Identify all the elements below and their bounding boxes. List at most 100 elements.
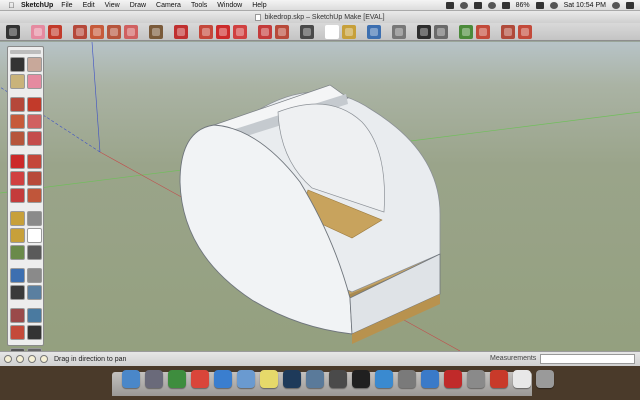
freehand-icon[interactable] bbox=[26, 131, 42, 146]
finder-icon[interactable] bbox=[122, 370, 140, 388]
credits-icon[interactable] bbox=[16, 355, 24, 363]
acrobat-icon[interactable] bbox=[444, 370, 462, 388]
position-camera-icon[interactable] bbox=[9, 325, 25, 340]
text-icon[interactable] bbox=[26, 228, 42, 243]
tape-measure-icon[interactable] bbox=[9, 211, 25, 226]
launchpad-icon[interactable] bbox=[145, 370, 163, 388]
notification-center-icon[interactable] bbox=[626, 2, 634, 9]
window-title-bar[interactable]: bikedrop.skp – SketchUp Make [EVAL] bbox=[0, 11, 640, 23]
zoom-icon[interactable] bbox=[9, 285, 25, 300]
mail-icon[interactable] bbox=[237, 370, 255, 388]
protractor-icon[interactable] bbox=[342, 24, 356, 39]
terminal-icon[interactable] bbox=[352, 370, 370, 388]
orbit-icon[interactable] bbox=[9, 268, 25, 283]
app-store-icon[interactable] bbox=[421, 370, 439, 388]
scale-icon[interactable] bbox=[9, 188, 25, 203]
apple-menu-icon[interactable]:  bbox=[6, 1, 17, 10]
battery-percent[interactable]: 86% bbox=[516, 2, 530, 9]
get-models-icon[interactable] bbox=[476, 24, 490, 39]
palette-title-bar[interactable] bbox=[10, 50, 41, 54]
model-canvas[interactable] bbox=[0, 42, 640, 351]
previous-view-icon[interactable] bbox=[26, 308, 42, 323]
eraser-icon[interactable] bbox=[31, 24, 45, 39]
zoom-extents-icon[interactable] bbox=[434, 24, 448, 39]
make-component-icon[interactable] bbox=[26, 57, 42, 72]
safari-icon[interactable] bbox=[214, 370, 232, 388]
zoom-extents-icon[interactable] bbox=[9, 308, 25, 323]
trash-icon[interactable] bbox=[536, 370, 554, 388]
polygon-icon[interactable] bbox=[107, 24, 121, 39]
tape-measure-icon[interactable] bbox=[300, 24, 314, 39]
menu-file[interactable]: File bbox=[61, 2, 72, 9]
circle-icon[interactable] bbox=[9, 114, 25, 129]
sketchup-dock-icon[interactable] bbox=[467, 370, 485, 388]
move-icon[interactable] bbox=[216, 24, 230, 39]
rectangle-icon[interactable] bbox=[9, 97, 25, 112]
circle-icon[interactable] bbox=[90, 24, 104, 39]
offset-icon[interactable] bbox=[275, 24, 289, 39]
extension-warehouse-icon[interactable] bbox=[518, 24, 532, 39]
help-icon[interactable] bbox=[40, 355, 48, 363]
protractor-icon[interactable] bbox=[9, 228, 25, 243]
select-arrow-icon[interactable] bbox=[9, 57, 25, 72]
arc-icon[interactable] bbox=[26, 114, 42, 129]
pencil-icon[interactable] bbox=[26, 97, 42, 112]
menu-window[interactable]: Window bbox=[217, 2, 242, 9]
bluetooth-icon[interactable] bbox=[473, 2, 482, 9]
paint-bucket-icon[interactable] bbox=[174, 24, 188, 39]
menu-view[interactable]: View bbox=[105, 2, 120, 9]
push-pull-icon[interactable] bbox=[199, 24, 213, 39]
pencil-icon[interactable] bbox=[48, 24, 62, 39]
follow-me-icon[interactable] bbox=[26, 171, 42, 186]
axes-icon[interactable] bbox=[9, 245, 25, 260]
image-capture-icon[interactable] bbox=[329, 370, 347, 388]
geo-location-icon[interactable] bbox=[4, 355, 12, 363]
move-icon[interactable] bbox=[9, 154, 25, 169]
text-icon[interactable] bbox=[325, 24, 339, 39]
3d-viewport[interactable] bbox=[0, 42, 640, 351]
3d-text-icon[interactable] bbox=[26, 245, 42, 260]
wifi-icon[interactable] bbox=[487, 2, 496, 9]
previous-view-icon[interactable] bbox=[459, 24, 473, 39]
instructor-icon[interactable] bbox=[28, 355, 36, 363]
scale-icon[interactable] bbox=[258, 24, 272, 39]
zoom-icon[interactable] bbox=[417, 24, 431, 39]
flag-icon[interactable] bbox=[549, 2, 558, 9]
app-menu[interactable]: SketchUp bbox=[21, 2, 53, 9]
push-pull-icon[interactable] bbox=[26, 154, 42, 169]
chrome-icon[interactable] bbox=[191, 370, 209, 388]
arc-icon[interactable] bbox=[124, 24, 138, 39]
system-preferences-icon[interactable] bbox=[398, 370, 416, 388]
volume-icon[interactable] bbox=[501, 2, 510, 9]
select-arrow-icon[interactable] bbox=[6, 24, 20, 39]
rotate-icon[interactable] bbox=[9, 171, 25, 186]
make-component-icon[interactable] bbox=[149, 24, 163, 39]
walk-icon[interactable] bbox=[26, 325, 42, 340]
paint-bucket-icon[interactable] bbox=[9, 74, 25, 89]
flash-icon[interactable] bbox=[490, 370, 508, 388]
share-model-icon[interactable] bbox=[501, 24, 515, 39]
offset-icon[interactable] bbox=[26, 188, 42, 203]
photos-icon[interactable] bbox=[283, 370, 301, 388]
document-proxy-icon[interactable] bbox=[255, 13, 262, 21]
zoom-window-icon[interactable] bbox=[26, 285, 42, 300]
pan-icon[interactable] bbox=[392, 24, 406, 39]
preview-icon[interactable] bbox=[306, 370, 324, 388]
time-machine-icon[interactable] bbox=[459, 2, 468, 9]
stickies-icon[interactable] bbox=[260, 370, 278, 388]
polygon-icon[interactable] bbox=[9, 131, 25, 146]
rectangle-icon[interactable] bbox=[73, 24, 87, 39]
battery-icon[interactable] bbox=[535, 2, 544, 9]
itunes-icon[interactable] bbox=[375, 370, 393, 388]
system-utility-icon[interactable] bbox=[168, 370, 186, 388]
menu-camera[interactable]: Camera bbox=[156, 2, 181, 9]
menu-help[interactable]: Help bbox=[252, 2, 266, 9]
menu-draw[interactable]: Draw bbox=[130, 2, 146, 9]
rotate-icon[interactable] bbox=[233, 24, 247, 39]
document-icon[interactable] bbox=[513, 370, 531, 388]
pan-icon[interactable] bbox=[26, 268, 42, 283]
orbit-icon[interactable] bbox=[367, 24, 381, 39]
spotlight-icon[interactable] bbox=[612, 2, 620, 9]
menu-tools[interactable]: Tools bbox=[191, 2, 207, 9]
menu-clock[interactable]: Sat 10:54 PM bbox=[564, 2, 606, 9]
